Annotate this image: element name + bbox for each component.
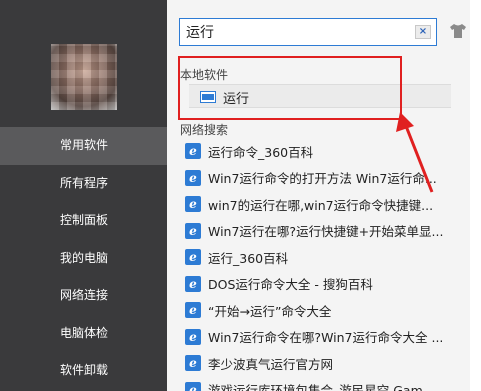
annotation-arrow	[396, 112, 434, 193]
